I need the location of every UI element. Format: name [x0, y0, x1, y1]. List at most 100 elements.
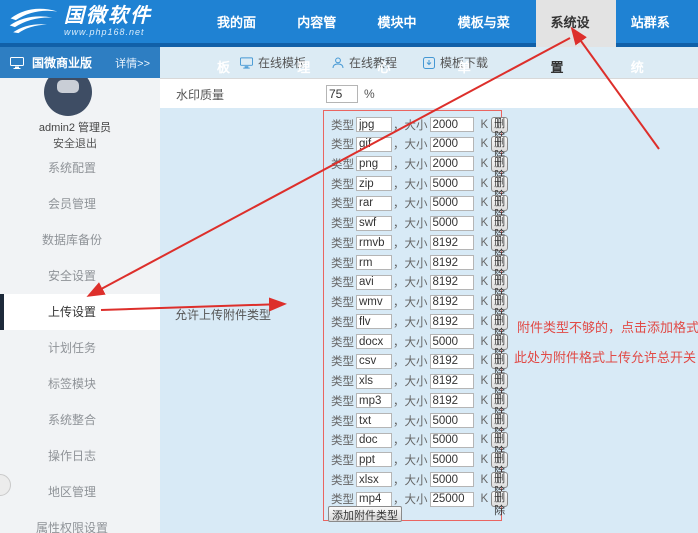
sub-toolbar: 国微商业版 详情>> 在线模板 在线教程	[0, 47, 698, 78]
nav-my-panel[interactable]: 我的面板	[202, 0, 282, 47]
unit-label: K	[481, 119, 489, 131]
type-input[interactable]	[356, 354, 392, 369]
type-input[interactable]	[356, 176, 392, 191]
size-input[interactable]	[430, 393, 474, 408]
size-input[interactable]	[430, 137, 474, 152]
online-template-link[interactable]: 在线模板	[240, 54, 306, 71]
type-input[interactable]	[356, 492, 392, 507]
type-input[interactable]	[356, 156, 392, 171]
sidebar-item-region-manage[interactable]: 地区管理	[0, 474, 160, 510]
logo[interactable]: 国微软件 www.php168.net	[8, 4, 152, 38]
size-input[interactable]	[430, 176, 474, 191]
nav-site-group[interactable]: 站群系统	[616, 0, 696, 47]
nav-content-manage[interactable]: 内容管理	[282, 0, 362, 47]
delete-button[interactable]: 删除	[491, 432, 508, 448]
annotation-line-2: 此处为附件格式上传允许总开关	[514, 347, 696, 366]
delete-button[interactable]: 删除	[491, 452, 508, 468]
sidebar-item-security[interactable]: 安全设置	[0, 258, 160, 294]
delete-button[interactable]: 删除	[491, 294, 508, 310]
size-input[interactable]	[430, 354, 474, 369]
delete-button[interactable]: 删除	[491, 393, 508, 409]
filetype-row: 类型 ，大小 K 删除	[331, 451, 499, 468]
size-input[interactable]	[430, 452, 474, 467]
type-input[interactable]	[356, 413, 392, 428]
size-input[interactable]	[430, 472, 474, 487]
delete-button[interactable]: 删除	[491, 117, 508, 133]
edition-bar[interactable]: 国微商业版 详情>>	[0, 47, 160, 78]
type-input[interactable]	[356, 452, 392, 467]
delete-button[interactable]: 删除	[491, 235, 508, 251]
nav-module-center[interactable]: 模块中心	[362, 0, 442, 47]
size-input[interactable]	[430, 314, 474, 329]
template-download-link[interactable]: 模板下载	[423, 54, 488, 71]
sidebar-item-operation-log[interactable]: 操作日志	[0, 438, 160, 474]
type-input[interactable]	[356, 117, 392, 132]
size-input[interactable]	[430, 117, 474, 132]
delete-button[interactable]: 删除	[491, 156, 508, 172]
delete-button[interactable]: 删除	[491, 334, 508, 350]
delete-button[interactable]: 删除	[491, 314, 508, 330]
sidebar-item-system-integration[interactable]: 系统整合	[0, 402, 160, 438]
size-input[interactable]	[430, 374, 474, 389]
size-input[interactable]	[430, 255, 474, 270]
type-input[interactable]	[356, 275, 392, 290]
unit-label: K	[481, 138, 489, 150]
size-input[interactable]	[430, 275, 474, 290]
type-input[interactable]	[356, 196, 392, 211]
size-input[interactable]	[430, 235, 474, 250]
sidebar-item-scheduled-tasks[interactable]: 计划任务	[0, 330, 160, 366]
type-input[interactable]	[356, 216, 392, 231]
size-input[interactable]	[430, 156, 474, 171]
size-input[interactable]	[430, 196, 474, 211]
unit-label: K	[481, 336, 489, 348]
sidebar-item-attr-permission[interactable]: 属性权限设置	[0, 510, 160, 533]
delete-button[interactable]: 删除	[491, 255, 508, 271]
delete-button[interactable]: 删除	[491, 491, 508, 507]
delete-button[interactable]: 删除	[491, 353, 508, 369]
sidebar-item-system-config[interactable]: 系统配置	[0, 150, 160, 186]
type-input[interactable]	[356, 393, 392, 408]
nav-system-settings[interactable]: 系统设置	[536, 0, 616, 47]
type-input[interactable]	[356, 137, 392, 152]
size-input[interactable]	[430, 334, 474, 349]
sidebar-item-upload-settings[interactable]: 上传设置	[0, 294, 160, 330]
type-label: 类型	[331, 274, 354, 290]
type-input[interactable]	[356, 334, 392, 349]
sidebar-item-db-backup[interactable]: 数据库备份	[0, 222, 160, 258]
delete-button[interactable]: 删除	[491, 176, 508, 192]
delete-button[interactable]: 删除	[491, 215, 508, 231]
filetype-list: 类型 ，大小 K 删除 类型 ，大小 K 删除 类型 ，大小 K 删除 类型 ，…	[331, 116, 499, 508]
size-input[interactable]	[430, 433, 474, 448]
size-input[interactable]	[430, 216, 474, 231]
delete-button[interactable]: 删除	[491, 373, 508, 389]
logout-link[interactable]: 安全退出	[0, 135, 150, 151]
delete-button[interactable]: 删除	[491, 274, 508, 290]
delete-button[interactable]: 删除	[491, 195, 508, 211]
nav-template-menu[interactable]: 模板与菜单	[443, 0, 536, 47]
size-label: ，大小	[393, 472, 428, 488]
sidebar-item-member-manage[interactable]: 会员管理	[0, 186, 160, 222]
type-input[interactable]	[356, 433, 392, 448]
unit-label: K	[481, 395, 489, 407]
size-input[interactable]	[430, 295, 474, 310]
size-label: ，大小	[393, 215, 428, 231]
edition-detail-link[interactable]: 详情>>	[115, 55, 150, 71]
sidebar-item-tag-module[interactable]: 标签模块	[0, 366, 160, 402]
type-input[interactable]	[356, 255, 392, 270]
type-input[interactable]	[356, 314, 392, 329]
type-input[interactable]	[356, 374, 392, 389]
unit-label: K	[481, 375, 489, 387]
delete-button[interactable]: 删除	[491, 413, 508, 429]
type-input[interactable]	[356, 472, 392, 487]
add-filetype-button[interactable]: 添加附件类型	[328, 506, 402, 522]
unit-label: K	[481, 454, 489, 466]
size-input[interactable]	[430, 492, 474, 507]
filetype-row: 类型 ，大小 K 删除	[331, 155, 499, 172]
size-input[interactable]	[430, 413, 474, 428]
type-label: 类型	[331, 353, 354, 369]
type-input[interactable]	[356, 295, 392, 310]
delete-button[interactable]: 删除	[491, 472, 508, 488]
delete-button[interactable]: 删除	[491, 136, 508, 152]
watermark-quality-input[interactable]	[326, 85, 358, 103]
type-input[interactable]	[356, 235, 392, 250]
